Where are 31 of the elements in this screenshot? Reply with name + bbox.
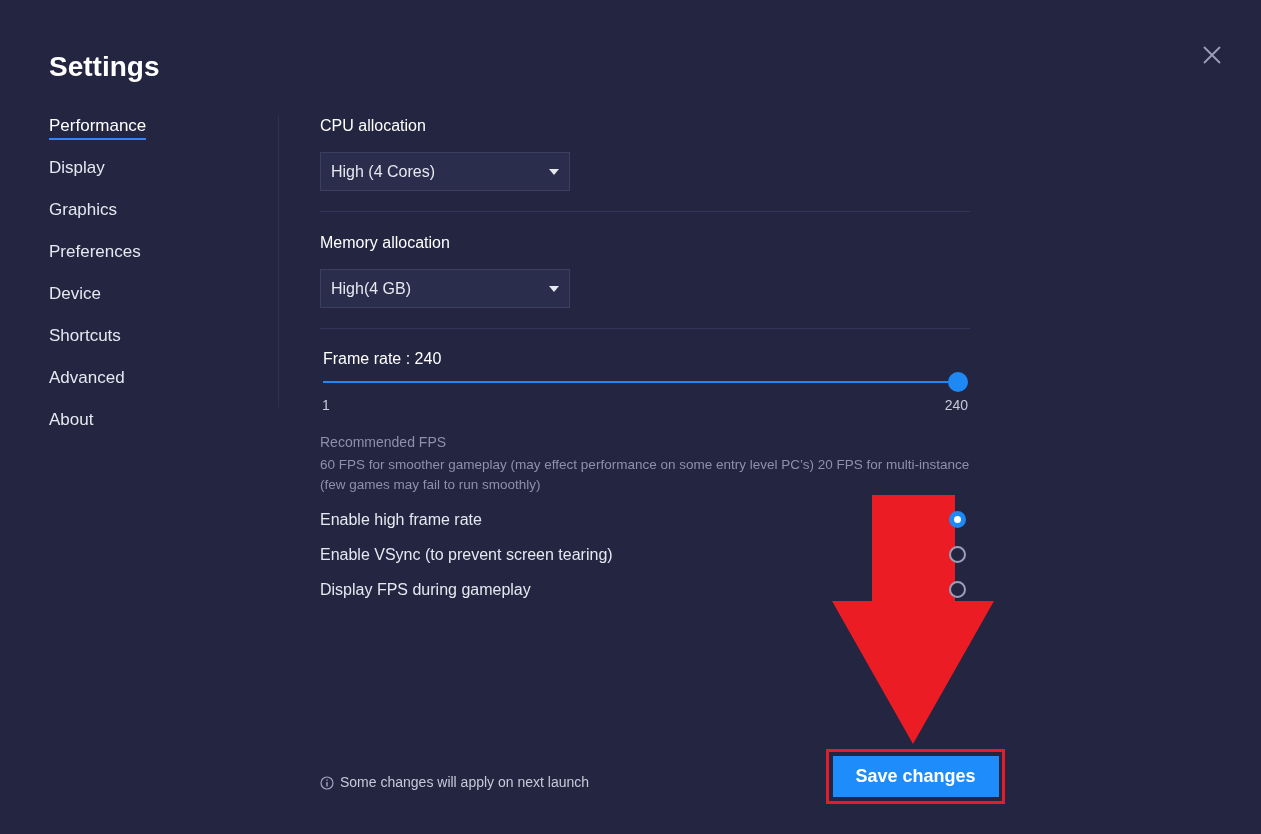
recommended-description: 60 FPS for smoother gameplay (may effect performance on some entry level PC’s) 20 FPS for multi-instance (few games may fail to run smoothly) xyxy=(320,456,970,494)
sidebar-item[interactable]: Advanced xyxy=(49,367,125,392)
dropdown[interactable]: High (4 Cores) xyxy=(320,152,570,191)
dropdown[interactable]: High(4 GB) xyxy=(320,269,570,308)
caret-icon xyxy=(549,285,559,292)
sidebar-item[interactable]: Device xyxy=(49,283,101,308)
radio-button[interactable] xyxy=(949,581,966,598)
info-icon xyxy=(320,775,334,790)
caret-icon xyxy=(549,168,559,175)
sidebar-item[interactable]: About xyxy=(49,409,94,434)
option-label: Display FPS during gameplay xyxy=(320,579,531,600)
slider-min-label: 1 xyxy=(322,396,330,415)
option-label: Enable VSync (to prevent screen tearing) xyxy=(320,544,613,565)
sidebar-item[interactable]: Performance xyxy=(49,115,147,140)
field-label: Memory allocation xyxy=(320,233,451,253)
slider-thumb[interactable] xyxy=(948,372,968,392)
slider[interactable] xyxy=(323,372,968,392)
sidebar-item[interactable]: Shortcuts xyxy=(49,325,121,350)
radio-button[interactable] xyxy=(949,546,966,563)
slider-label: Frame rate : 240 xyxy=(323,349,443,369)
option-label: Enable high frame rate xyxy=(320,509,482,530)
recommended-title: Recommended FPS xyxy=(320,433,448,451)
sidebar-item[interactable]: Display xyxy=(49,157,105,182)
field-label: CPU allocation xyxy=(320,116,427,136)
info-note: Some changes will apply on next launch xyxy=(340,773,590,792)
sidebar-item[interactable]: Graphics xyxy=(49,199,118,224)
settings-title: Settings xyxy=(49,50,160,84)
sidebar-item[interactable]: Preferences xyxy=(49,241,141,266)
close-icon[interactable] xyxy=(1202,45,1222,65)
slider-max-label: 240 xyxy=(944,396,968,415)
radio-button[interactable] xyxy=(949,511,966,528)
